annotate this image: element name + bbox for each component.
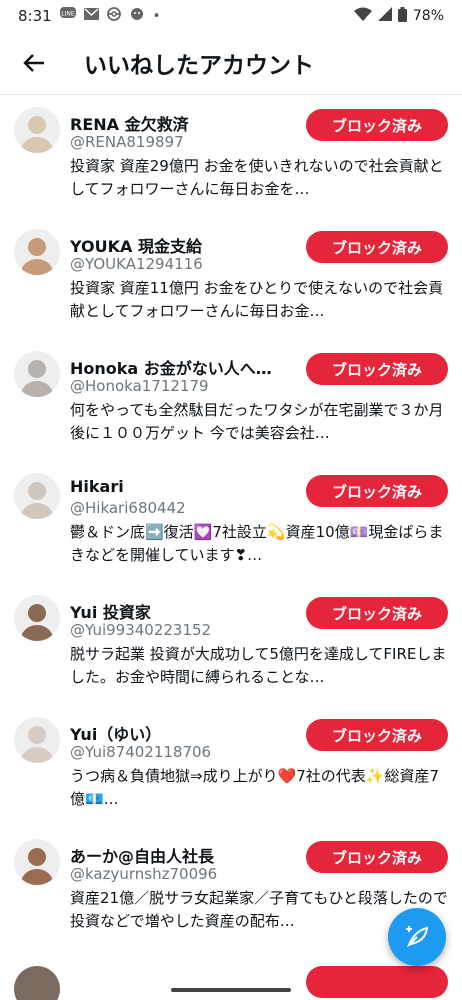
list-item[interactable]: Honoka お金がない人へ… @Honoka1712179 何をやっても全然駄… bbox=[0, 339, 462, 461]
account-bio: 投資家 資産11億円 お金をひとりで使えないので社会貢献としてフォロワーさんに毎… bbox=[70, 279, 444, 320]
blocked-button[interactable]: ブロック済み bbox=[306, 109, 448, 141]
account-name[interactable]: Yui 投資家 bbox=[70, 599, 151, 623]
list-item[interactable]: Hikari @Hikari680442 鬱＆ドン底➡️復活💟7社設立💫資産10… bbox=[0, 461, 462, 583]
account-handle: @RENA819897 bbox=[70, 133, 184, 151]
list-item[interactable]: YOUKA 現金支給 @YOUKA1294116 投資家 資産11億円 お金をひ… bbox=[0, 217, 462, 339]
account-handle: @kazyurnshz70096 bbox=[70, 865, 218, 883]
list-item[interactable]: Yui（ゆい） @Yui87402118706 うつ病＆負債地獄⇒成り上がり❤️… bbox=[0, 705, 462, 827]
gesture-nav-bar[interactable] bbox=[171, 988, 291, 992]
account-name[interactable]: YOUKA 現金支給 bbox=[70, 233, 202, 257]
blocked-button[interactable]: ブロック済み bbox=[306, 353, 448, 385]
chat-icon bbox=[129, 7, 145, 25]
battery-icon bbox=[397, 6, 407, 26]
signal-icon bbox=[377, 7, 392, 25]
account-bio: 鬱＆ドン底➡️復活💟7社設立💫資産10億💷現金ばらまきなどを開催しています❣… bbox=[70, 523, 444, 564]
wifi-icon bbox=[353, 7, 372, 25]
account-bio: 投資家 資産29億円 お金を使いきれないので社会貢献としてフォロワーさんに毎日お… bbox=[70, 157, 444, 198]
blocked-button[interactable]: ブロック済み bbox=[306, 231, 448, 263]
avatar[interactable] bbox=[14, 595, 60, 641]
pokeball-icon bbox=[106, 7, 121, 25]
line-icon: LINE bbox=[59, 7, 76, 25]
account-bio: うつ病＆負債地獄⇒成り上がり❤️7社の代表✨総資産7億💶… bbox=[70, 767, 440, 808]
blocked-button[interactable] bbox=[306, 966, 448, 998]
avatar[interactable] bbox=[14, 351, 60, 397]
status-time: 8:31 bbox=[18, 7, 52, 25]
account-handle: @Yui87402118706 bbox=[70, 743, 212, 761]
page-title: いいねしたアカウント bbox=[84, 53, 314, 79]
blocked-button[interactable]: ブロック済み bbox=[306, 841, 448, 873]
back-arrow-icon[interactable] bbox=[6, 35, 62, 91]
blocked-button[interactable]: ブロック済み bbox=[306, 475, 448, 507]
compose-tweet-icon bbox=[406, 926, 429, 948]
account-bio: 脱サラ起業 投資が大成功して5億円を達成してFIREしました。お金や時間に縛られ… bbox=[70, 645, 447, 686]
blocked-button[interactable]: ブロック済み bbox=[306, 597, 448, 629]
account-list: RENA 金欠救済 @RENA819897 投資家 資産29億円 お金を使いきれ… bbox=[0, 95, 462, 949]
battery-percent: 78% bbox=[412, 8, 444, 24]
partial-list-item bbox=[0, 966, 462, 1000]
account-name[interactable]: Yui（ゆい） bbox=[70, 721, 161, 745]
avatar[interactable] bbox=[14, 229, 60, 275]
avatar[interactable] bbox=[14, 839, 60, 885]
compose-tweet-button[interactable] bbox=[388, 908, 446, 966]
account-name[interactable]: Honoka お金がない人へ… bbox=[70, 355, 272, 379]
status-left: 8:31 LINE • bbox=[18, 7, 160, 25]
status-right: 78% bbox=[353, 6, 444, 26]
account-bio: 何をやっても全然駄目だったワタシが在宅副業で３か月後に１００万ゲット 今では美容… bbox=[70, 401, 444, 442]
account-handle: @Yui99340223152 bbox=[70, 621, 212, 639]
list-item[interactable]: Yui 投資家 @Yui99340223152 脱サラ起業 投資が大成功して5億… bbox=[0, 583, 462, 705]
account-handle: @YOUKA1294116 bbox=[70, 255, 203, 273]
avatar bbox=[14, 966, 60, 1000]
avatar[interactable] bbox=[14, 717, 60, 763]
dot-icon: • bbox=[152, 8, 161, 24]
account-name[interactable]: RENA 金欠救済 bbox=[70, 111, 189, 135]
mail-icon bbox=[83, 8, 99, 24]
account-handle: @Honoka1712179 bbox=[70, 377, 209, 395]
avatar[interactable] bbox=[14, 473, 60, 519]
avatar[interactable] bbox=[14, 107, 60, 153]
account-name[interactable]: Hikari bbox=[70, 477, 124, 496]
account-handle: @Hikari680442 bbox=[70, 499, 186, 517]
svg-text:LINE: LINE bbox=[61, 11, 75, 18]
list-item[interactable]: RENA 金欠救済 @RENA819897 投資家 資産29億円 お金を使いきれ… bbox=[0, 95, 462, 217]
app-header: いいねしたアカウント bbox=[0, 32, 462, 94]
status-bar: 8:31 LINE • 78% bbox=[0, 0, 462, 32]
account-name[interactable]: あーか@自由人社長 bbox=[70, 843, 214, 867]
blocked-button[interactable]: ブロック済み bbox=[306, 719, 448, 751]
